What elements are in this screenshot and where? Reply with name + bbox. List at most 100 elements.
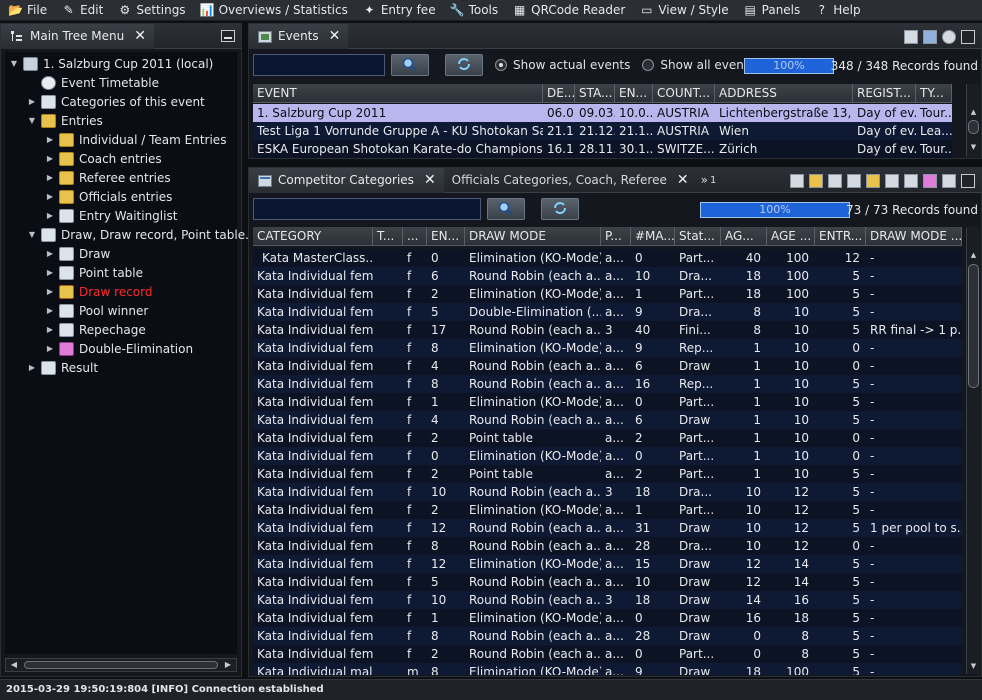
tree-item-pool-winner[interactable]: ▶ Pool winner	[45, 301, 148, 320]
events-vertical-scrollbar[interactable]: ▲ ▼	[966, 84, 980, 157]
column-header[interactable]: ADDRESS	[715, 84, 853, 103]
tree-item-draw[interactable]: ▶ Draw	[45, 244, 110, 263]
column-header[interactable]: TY...	[916, 84, 952, 103]
menu-edit[interactable]: ✎ Edit	[53, 0, 109, 21]
scroll-left-icon[interactable]: ◀	[8, 660, 20, 670]
save-icon[interactable]	[923, 30, 937, 44]
chevron-right-icon[interactable]: ▶	[45, 306, 55, 315]
menu-qrcode-reader[interactable]: ▦ QRCode Reader	[504, 0, 631, 21]
table-row[interactable]: Kata Individual fem... f 1 Elimination (KO-…	[253, 393, 962, 411]
table-row[interactable]: Kata Individual fem... f 17 Round Robin (ea…	[253, 321, 962, 339]
tab-main-tree-menu[interactable]: Main Tree Menu ✕	[1, 23, 154, 49]
scrollbar-thumb[interactable]	[968, 264, 979, 388]
show-actual-events-radio[interactable]	[495, 59, 507, 71]
tree-item-referee-entries[interactable]: ▶ Referee entries	[45, 168, 171, 187]
tree-item-entries[interactable]: ▼ Entries	[27, 111, 103, 130]
chevron-right-icon[interactable]: ▶	[45, 344, 55, 353]
table-row[interactable]: Kata Individual fem... f 8 Round Robin (eac…	[253, 627, 962, 645]
table-row[interactable]: Kata Individual fem... f 6 Round Robin (eac…	[253, 267, 962, 285]
menu-settings[interactable]: ⚙ Settings	[109, 0, 191, 21]
column-header[interactable]: EN...	[615, 84, 653, 103]
table-row[interactable]: Kata Individual fem... f 5 Round Robin (eac…	[253, 573, 962, 591]
table-row[interactable]: Kata Individual fem... f 1 Elimination (KO-…	[253, 609, 962, 627]
minimize-icon[interactable]	[961, 30, 975, 44]
scrollbar-thumb[interactable]	[968, 120, 979, 134]
tree-horizontal-scrollbar[interactable]: ◀ ▶	[5, 658, 237, 672]
tree-item-draw-record[interactable]: ▶ Draw record	[45, 282, 153, 301]
table-row[interactable]: Kata Individual fem... f 0 Elimination (KO-…	[253, 447, 962, 465]
scrollbar-thumb[interactable]	[24, 661, 218, 669]
clock-icon[interactable]	[942, 30, 956, 44]
chevron-right-icon[interactable]: ▶	[27, 97, 37, 106]
scroll-down-icon[interactable]: ▼	[968, 661, 979, 672]
chevron-right-icon[interactable]: ▶	[45, 325, 55, 334]
chevron-down-icon[interactable]: ▼	[27, 116, 37, 125]
tree-item-event-timetable[interactable]: Event Timetable	[27, 73, 159, 92]
table-row[interactable]: Kata Individual fem... f 10 Round Robin (ea…	[253, 483, 962, 501]
chevron-right-icon[interactable]: ▶	[27, 363, 37, 372]
tree-item-draw-draw-record-point-table[interactable]: ▼ Draw, Draw record, Point table...	[27, 225, 257, 244]
chevron-right-icon[interactable]: ▶	[45, 268, 55, 277]
tree-item-officials-entries[interactable]: ▶ Officials entries	[45, 187, 172, 206]
menu-entry-fee[interactable]: ✦ Entry fee	[354, 0, 442, 21]
events-search-input[interactable]	[253, 54, 385, 76]
close-icon[interactable]: ✕	[329, 28, 341, 44]
column-header[interactable]: STA...	[575, 84, 615, 103]
chevron-down-icon[interactable]: ▼	[9, 59, 19, 68]
table-row[interactable]: Kata Individual fem... f 4 Round Robin (eac…	[253, 411, 962, 429]
table-row[interactable]: Kata Individual fem... f 2 Point table a... 2…	[253, 429, 962, 447]
minimize-button[interactable]	[221, 30, 235, 42]
chevron-right-icon[interactable]: ▶	[45, 154, 55, 163]
scroll-right-icon[interactable]: ▶	[222, 660, 234, 670]
table-row[interactable]: Kata Individual mal... m 8 Elimination (KO-…	[253, 663, 962, 675]
scroll-down-icon[interactable]: ▼	[968, 142, 979, 153]
menu-panels[interactable]: ▤ Panels	[735, 0, 807, 21]
menu-file[interactable]: 📂 File	[0, 0, 53, 21]
table-row[interactable]: Kata Individual fem... f 12 Elimination (KO…	[253, 555, 962, 573]
tree-item-point-table[interactable]: ▶ Point table	[45, 263, 143, 282]
events-search-button[interactable]	[391, 54, 429, 76]
chevron-down-icon[interactable]: ▼	[27, 230, 37, 239]
table-row[interactable]: Kata Individual fem... f 8 Elimination (KO-…	[253, 339, 962, 357]
table-row[interactable]: Kata Individual fem... f 12 Round Robin (ea…	[253, 519, 962, 537]
table-row[interactable]: Kata Individual fem... f 5 Double-Eliminati…	[253, 303, 962, 321]
column-header[interactable]: DE...	[543, 84, 575, 103]
table-row[interactable]: ESKA European Shotokan Karate-do Champio…	[253, 140, 952, 158]
events-refresh-button[interactable]	[445, 54, 483, 76]
chevron-right-icon[interactable]: ▶	[45, 192, 55, 201]
menu-help[interactable]: ? Help	[806, 0, 866, 21]
column-header[interactable]: COUNT...	[653, 84, 715, 103]
chevron-right-icon[interactable]: ▶	[45, 135, 55, 144]
column-header[interactable]: REGIST...	[853, 84, 916, 103]
tree-item-individual-team-entries[interactable]: ▶ Individual / Team Entries	[45, 130, 226, 149]
menu-overviews-statistics[interactable]: 📊 Overviews / Statistics	[192, 0, 354, 21]
tab-events[interactable]: Events ✕	[249, 23, 349, 49]
menu-view-style[interactable]: ▭ View / Style	[631, 0, 734, 21]
table-row[interactable]: Kata Individual fem... f 10 Round Robin (ea…	[253, 591, 962, 609]
scroll-up-icon[interactable]: ▲	[968, 107, 979, 118]
table-row[interactable]: Kata MasterClass... f 0 Elimination (KO-Mod…	[253, 249, 962, 267]
table-row[interactable]: Kata Individual fem... f 2 Point table a... 2…	[253, 465, 962, 483]
show-all-events-radio[interactable]	[642, 59, 655, 71]
column-header[interactable]: EVENT	[253, 84, 543, 103]
table-row[interactable]: Kata Individual fem... f 2 Elimination (KO-…	[253, 285, 962, 303]
chevron-right-icon[interactable]: ▶	[45, 249, 55, 258]
tree-item-coach-entries[interactable]: ▶ Coach entries	[45, 149, 162, 168]
chevron-right-icon[interactable]: ▶	[45, 173, 55, 182]
chevron-right-icon[interactable]: ▶	[45, 211, 55, 220]
tree-item-result[interactable]: ▶ Result	[27, 358, 98, 377]
edit-icon[interactable]	[904, 30, 918, 44]
table-row[interactable]: Kata Individual fem... f 2 Elimination (KO-…	[253, 501, 962, 519]
table-row[interactable]: Kata Individual fem... f 8 Round Robin (eac…	[253, 537, 962, 555]
tree-item-categories-of-this-event[interactable]: ▶ Categories of this event	[27, 92, 205, 111]
menu-tools[interactable]: 🔧 Tools	[442, 0, 505, 21]
table-row[interactable]: 1. Salzburg Cup 2011 06.0... 09.03... 10.0.…	[253, 104, 952, 122]
table-row[interactable]: Kata Individual fem... f 2 Round Robin (eac…	[253, 645, 962, 663]
tree-item-entry-waitinglist[interactable]: ▶ Entry Waitinglist	[45, 206, 177, 225]
close-icon[interactable]: ✕	[134, 28, 146, 44]
scroll-up-icon[interactable]: ▲	[968, 250, 979, 261]
tree-item-1-salzburg-cup-2011-local[interactable]: ▼ 1. Salzburg Cup 2011 (local)	[9, 54, 213, 73]
table-row[interactable]: Kata Individual fem... f 4 Round Robin (eac…	[253, 357, 962, 375]
table-row[interactable]: Kata Individual fem... f 8 Round Robin (eac…	[253, 375, 962, 393]
tree-item-double-elimination[interactable]: ▶ Double-Elimination	[45, 339, 193, 358]
